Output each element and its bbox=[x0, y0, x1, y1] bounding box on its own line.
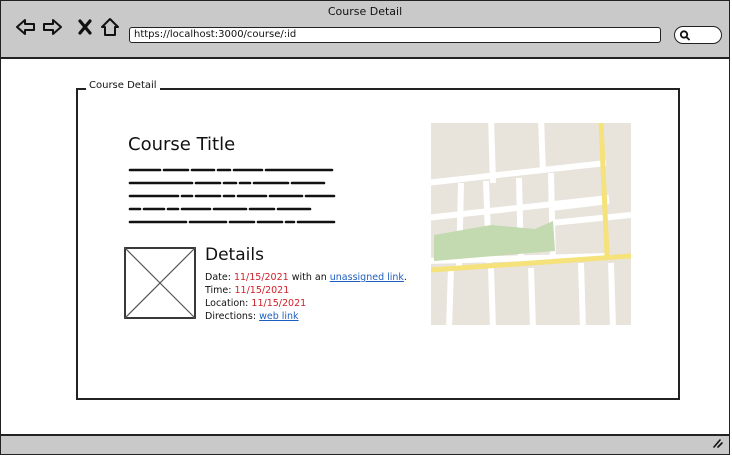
time-line: Time: 11/15/2021 bbox=[205, 285, 289, 296]
group-legend: Course Detail bbox=[86, 80, 160, 91]
time-value: 11/15/2021 bbox=[234, 285, 290, 296]
date-end: . bbox=[403, 272, 407, 283]
web-link[interactable]: web link bbox=[259, 311, 298, 322]
location-line: Location: 11/15/2021 bbox=[205, 298, 306, 309]
url-input[interactable]: https://localhost:3000/course/:id bbox=[129, 27, 661, 43]
title-bar: Course Detail https://localhost:3000/cou… bbox=[1, 1, 729, 59]
arrow-left-icon[interactable] bbox=[15, 17, 37, 37]
location-label: Location: bbox=[205, 298, 252, 309]
date-label: Date: bbox=[205, 272, 234, 283]
course-title: Course Title bbox=[128, 134, 236, 155]
date-mid-text: with an bbox=[288, 272, 330, 283]
map-image bbox=[431, 123, 631, 325]
search-icon bbox=[679, 30, 690, 41]
placeholder-text-block bbox=[128, 168, 336, 224]
resize-grip-icon[interactable] bbox=[711, 433, 723, 452]
arrow-right-icon[interactable] bbox=[41, 17, 63, 37]
location-value: 11/15/2021 bbox=[251, 298, 307, 309]
date-value: 11/15/2021 bbox=[233, 272, 289, 283]
directions-line: Directions: web link bbox=[205, 311, 299, 322]
details-heading: Details bbox=[205, 245, 264, 265]
date-line: Date: 11/15/2021 with an unassigned link… bbox=[205, 272, 407, 283]
time-label: Time: bbox=[205, 285, 235, 296]
directions-label: Directions: bbox=[205, 311, 260, 322]
image-placeholder-icon bbox=[124, 247, 196, 319]
close-icon[interactable] bbox=[77, 17, 93, 37]
home-icon[interactable] bbox=[99, 17, 121, 37]
unassigned-link[interactable]: unassigned link bbox=[330, 272, 404, 283]
status-bar bbox=[1, 434, 729, 454]
search-button[interactable] bbox=[674, 26, 722, 44]
